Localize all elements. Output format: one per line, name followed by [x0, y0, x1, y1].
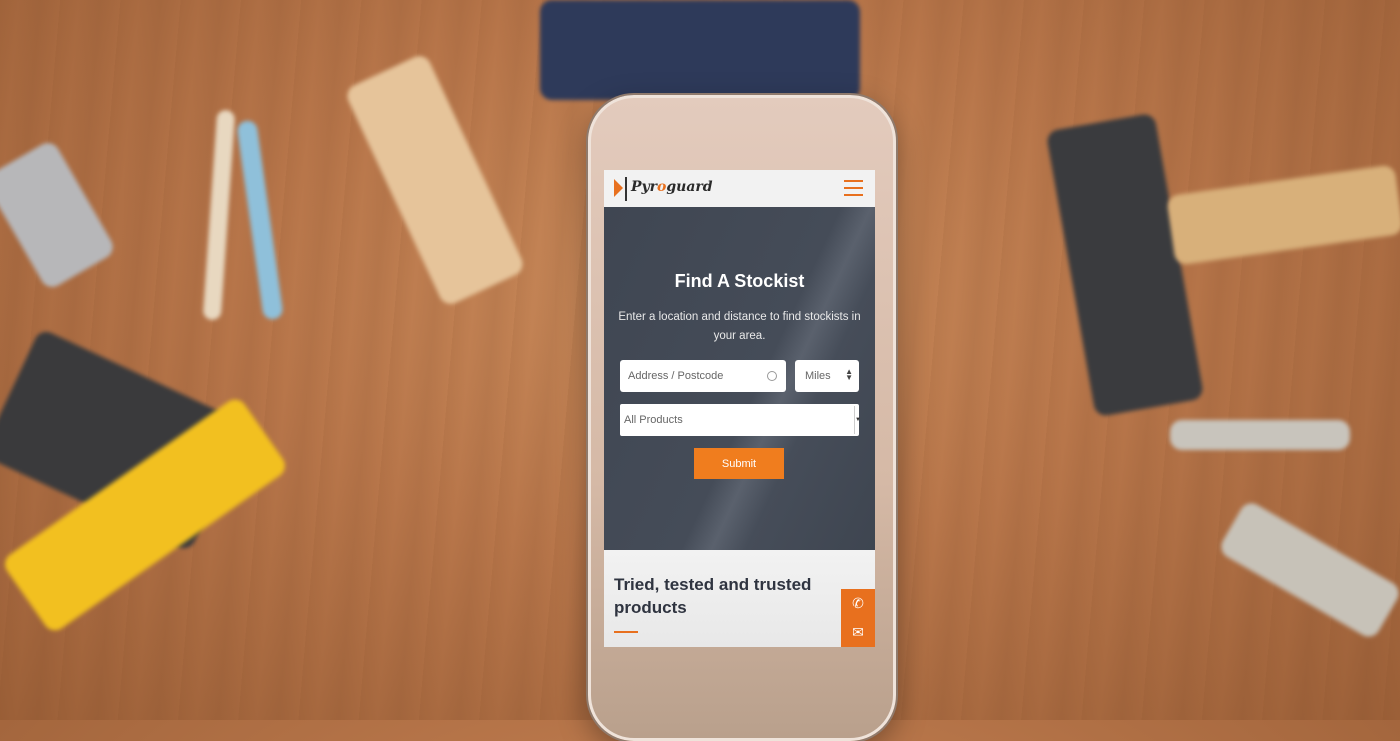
- organizer-box: [540, 0, 860, 100]
- submit-button[interactable]: Submit: [694, 448, 784, 479]
- product-value: All Products: [624, 414, 683, 426]
- brand-part: o: [657, 179, 667, 195]
- heading-underline: [614, 631, 638, 633]
- allen-key: [1170, 420, 1350, 450]
- dropdown-arrow-icon: ▼: [854, 406, 861, 434]
- distance-value: Miles: [805, 370, 831, 382]
- logo-divider: [625, 177, 627, 201]
- sort-arrows-icon: ▲ ▼: [845, 367, 853, 382]
- hero-description: Enter a location and distance to find st…: [618, 311, 861, 342]
- locate-icon[interactable]: [767, 371, 777, 381]
- phone-screen: Pyroguard Find A Stockist Enter a locati…: [604, 170, 875, 647]
- products-section: Tried, tested and trusted products: [604, 550, 875, 647]
- envelope-icon: ✉: [852, 624, 864, 640]
- email-contact-button[interactable]: ✉: [841, 618, 875, 647]
- brand-part: Pyr: [631, 179, 658, 195]
- distance-select[interactable]: Miles ▲ ▼: [795, 360, 859, 392]
- phone-contact-button[interactable]: ✆: [841, 589, 875, 618]
- site-header: Pyroguard: [604, 170, 875, 208]
- brand-part: guard: [666, 179, 713, 195]
- stockist-finder: Find A Stockist Enter a location and dis…: [604, 207, 875, 550]
- product-select[interactable]: All Products ▼: [620, 404, 861, 436]
- brand-logo[interactable]: Pyroguard: [631, 179, 713, 195]
- address-input[interactable]: Address / Postcode: [620, 360, 786, 392]
- hamburger-menu-icon[interactable]: [844, 180, 863, 196]
- address-placeholder: Address / Postcode: [628, 370, 724, 382]
- page-title: Find A Stockist: [674, 271, 805, 291]
- phone-icon: ✆: [852, 595, 864, 611]
- logo-icon: [614, 179, 623, 197]
- section-heading: Tried, tested and trusted products: [614, 575, 812, 617]
